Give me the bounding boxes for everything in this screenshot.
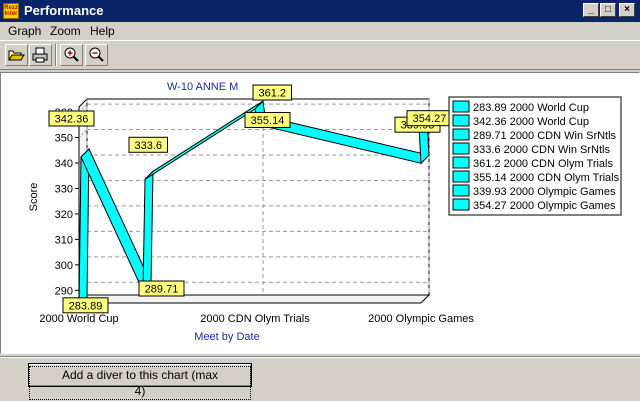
x-axis-label: Meet by Date [194, 331, 259, 343]
legend-swatch [452, 142, 470, 155]
legend-entry: 289.71 2000 CDN Win SrNtls [473, 130, 617, 142]
zoom-in-button[interactable] [60, 44, 83, 66]
legend-entry: 354.27 2000 Olympic Games [473, 200, 616, 212]
legend-entry: 361.2 2000 CDN Olym Trials [473, 158, 613, 170]
y-tick-label: 330 [55, 183, 73, 195]
y-tick-label: 300 [55, 260, 73, 272]
minimize-button[interactable]: _ [583, 3, 599, 17]
toolbar-separator [55, 44, 57, 66]
toolbar [0, 40, 640, 70]
open-folder-button[interactable] [5, 44, 28, 66]
x-tick-label: 2000 CDN Olym Trials [200, 313, 310, 325]
performance-chart: 2903003103203303403503602000 World Cup20… [28, 81, 622, 343]
y-axis-label: Score [28, 183, 40, 212]
legend-swatch [452, 128, 470, 141]
separator [0, 356, 640, 358]
zoom-in-icon [64, 47, 79, 62]
legend-swatch [452, 170, 470, 183]
menu-zoom[interactable]: Zoom [50, 24, 81, 38]
chart-floor [77, 294, 431, 304]
menu-graph[interactable]: Graph [8, 24, 41, 38]
legend-entry: 342.36 2000 World Cup [473, 116, 589, 128]
title-bar: Rezz Inter Performance _ □ × [0, 0, 640, 22]
legend-entry: 283.89 2000 World Cup [473, 102, 589, 114]
add-diver-button[interactable]: Add a diver to this chart (max 4) [28, 363, 252, 400]
data-label: 355.14 [251, 115, 285, 127]
legend-entry: 339.93 2000 Olympic Games [473, 186, 616, 198]
window-title: Performance [24, 3, 104, 18]
x-tick-label: 2000 Olympic Games [368, 313, 474, 325]
legend-entry: 333.6 2000 CDN Win SrNtls [473, 144, 610, 156]
menu-help[interactable]: Help [90, 24, 115, 38]
add-diver-label: Add a diver to this chart (max 4) [29, 366, 251, 400]
data-label: 333.6 [134, 140, 162, 152]
x-tick-label: 2000 World Cup [39, 313, 118, 325]
y-tick-label: 320 [55, 209, 73, 221]
open-folder-icon [8, 50, 25, 61]
legend-swatch [452, 100, 470, 113]
legend-swatch [452, 184, 470, 197]
series-ribbon-segment [78, 147, 90, 308]
data-label: 289.71 [145, 284, 179, 296]
app-icon[interactable]: Rezz Inter [3, 3, 19, 19]
data-label: 283.89 [69, 300, 103, 312]
maximize-button[interactable]: □ [600, 3, 616, 17]
chart-panel: 2903003103203303403503602000 World Cup20… [0, 72, 640, 354]
legend-entry: 355.14 2000 CDN Olym Trials [473, 172, 620, 184]
zoom-out-icon [89, 47, 104, 62]
data-label: 342.36 [55, 113, 89, 125]
data-label: 354.27 [413, 113, 447, 125]
y-tick-label: 340 [55, 158, 73, 170]
close-button[interactable]: × [619, 3, 635, 17]
print-button[interactable] [29, 44, 52, 66]
data-label: 361.2 [258, 88, 286, 100]
legend-swatch [452, 156, 470, 169]
series-ribbon-segment [142, 170, 154, 293]
y-tick-label: 290 [55, 285, 73, 297]
chart-title: W-10 ANNE M [167, 81, 238, 93]
y-tick-label: 310 [55, 234, 73, 246]
legend-swatch [452, 114, 470, 127]
print-icon [32, 47, 48, 63]
legend-swatch [452, 198, 470, 211]
menu-bar: Graph Zoom Help [0, 22, 640, 40]
zoom-out-button[interactable] [85, 44, 108, 66]
y-tick-label: 350 [55, 133, 73, 145]
